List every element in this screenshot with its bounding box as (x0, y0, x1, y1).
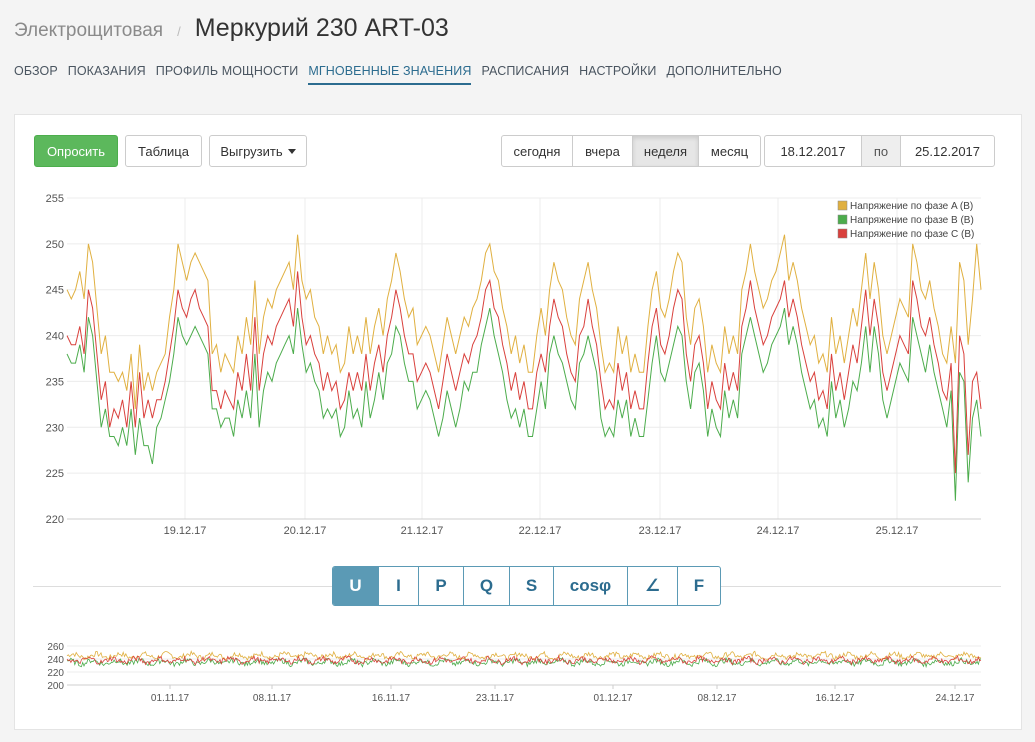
chart-panel: Опросить Таблица Выгрузить сегодня вчера… (14, 114, 1022, 730)
legend-label[interactable]: Напряжение по фазе C (В) (850, 228, 974, 240)
nav-x-tick-label: 01.11.17 (151, 693, 190, 704)
main-chart-series (66, 234, 982, 501)
breadcrumb: Электрощитовая / Меркурий 230 ART-03 (14, 14, 449, 44)
y-tick-label: 230 (46, 422, 64, 434)
param-apparent-power[interactable]: S (510, 567, 554, 605)
tab-power-profile[interactable]: ПРОФИЛЬ МОЩНОСТИ (156, 64, 299, 85)
x-tick-label: 25.12.17 (876, 525, 919, 537)
main-chart-y-axis: 220 225 230 235 240 245 250 255 (46, 193, 64, 526)
request-button[interactable]: Опросить (34, 135, 118, 167)
x-tick-label: 24.12.17 (757, 525, 800, 537)
x-tick-label: 20.12.17 (284, 525, 327, 537)
period-week[interactable]: неделя (633, 136, 699, 166)
param-phase-angle[interactable]: ∠ (628, 567, 678, 605)
param-voltage[interactable]: U (333, 567, 379, 605)
nav-y-tick-label: 220 (47, 668, 64, 679)
nav-x-tick-label: 23.11.17 (476, 693, 515, 704)
x-tick-label: 22.12.17 (519, 525, 562, 537)
y-tick-label: 235 (46, 376, 64, 388)
legend-swatch (837, 200, 848, 211)
nav-x-tick-label: 08.11.17 (253, 693, 292, 704)
period-yesterday[interactable]: вчера (573, 136, 633, 166)
legend-swatch (837, 228, 848, 239)
y-tick-label: 240 (46, 331, 64, 343)
tab-readings[interactable]: ПОКАЗАНИЯ (68, 64, 146, 85)
voltage-chart[interactable]: 220 225 230 235 240 245 250 255 19.12.17 20.12.1… (15, 185, 1021, 545)
caret-down-icon (287, 148, 296, 154)
export-label: Выгрузить (220, 143, 283, 159)
nav-x-tick-label: 08.12.17 (698, 693, 737, 704)
navigator-chart[interactable]: 200 220 240 260 01.11.17 08.11.17 16.11.17 23.… (15, 633, 1021, 713)
tab-schedules[interactable]: РАСПИСАНИЯ (481, 64, 569, 85)
breadcrumb-parent[interactable]: Электрощитовая (14, 20, 163, 42)
x-tick-label: 23.12.17 (639, 525, 682, 537)
page-title: Меркурий 230 ART-03 (194, 14, 449, 42)
period-today[interactable]: сегодня (502, 136, 573, 166)
nav-y-tick-label: 260 (47, 642, 64, 653)
chart-legend: Напряжение по фазе A (В) Напряжение по фа… (837, 200, 974, 240)
tab-settings[interactable]: НАСТРОЙКИ (579, 64, 656, 85)
period-selector: сегодня вчера неделя месяц (501, 135, 761, 167)
y-tick-label: 225 (46, 468, 64, 480)
nav-y-tick-label: 240 (47, 655, 64, 666)
nav-y-tick-label: 200 (47, 681, 64, 692)
parameter-selector: U I P Q S cosφ ∠ F (332, 566, 721, 606)
y-tick-label: 255 (46, 193, 64, 205)
series-line-phase-c (66, 271, 982, 474)
y-tick-label: 250 (46, 239, 64, 251)
tab-additional[interactable]: ДОПОЛНИТЕЛЬНО (666, 64, 781, 85)
date-range-separator: по (861, 136, 901, 166)
breadcrumb-separator: / (177, 24, 181, 39)
x-tick-label: 19.12.17 (164, 525, 207, 537)
x-tick-label: 21.12.17 (401, 525, 444, 537)
nav-chart-grid (67, 645, 981, 689)
date-from-input[interactable]: 18.12.2017 (765, 136, 861, 166)
param-reactive-power[interactable]: Q (464, 567, 510, 605)
y-tick-label: 245 (46, 285, 64, 297)
legend-swatch (837, 214, 848, 225)
param-frequency[interactable]: F (678, 567, 720, 605)
param-active-power[interactable]: P (419, 567, 464, 605)
nav-chart-x-axis: 01.11.17 08.11.17 16.11.17 23.11.17 01.12.17… (151, 693, 975, 704)
export-dropdown-button[interactable]: Выгрузить (209, 135, 307, 167)
tab-bar: ОБЗОР ПОКАЗАНИЯ ПРОФИЛЬ МОЩНОСТИ МГНОВЕН… (14, 64, 792, 85)
period-month[interactable]: месяц (699, 136, 760, 166)
nav-x-tick-label: 16.11.17 (372, 693, 411, 704)
tab-overview[interactable]: ОБЗОР (14, 64, 58, 85)
date-range: 18.12.2017 по 25.12.2017 (764, 135, 995, 167)
series-line-phase-b (66, 307, 982, 501)
tab-instant-values[interactable]: МГНОВЕННЫЕ ЗНАЧЕНИЯ (308, 64, 472, 85)
nav-chart-y-axis: 200 220 240 260 (47, 642, 64, 692)
table-button[interactable]: Таблица (125, 135, 202, 167)
nav-x-tick-label: 01.12.17 (594, 693, 633, 704)
param-power-factor[interactable]: cosφ (554, 567, 628, 605)
date-to-input[interactable]: 25.12.2017 (901, 136, 994, 166)
nav-x-tick-label: 24.12.17 (936, 693, 975, 704)
legend-label[interactable]: Напряжение по фазе B (В) (850, 214, 974, 226)
main-chart-x-axis: 19.12.17 20.12.17 21.12.17 22.12.17 23.12.17… (164, 525, 919, 537)
nav-x-tick-label: 16.12.17 (816, 693, 855, 704)
y-tick-label: 220 (46, 514, 64, 526)
param-current[interactable]: I (379, 567, 419, 605)
legend-label[interactable]: Напряжение по фазе A (В) (850, 200, 973, 212)
